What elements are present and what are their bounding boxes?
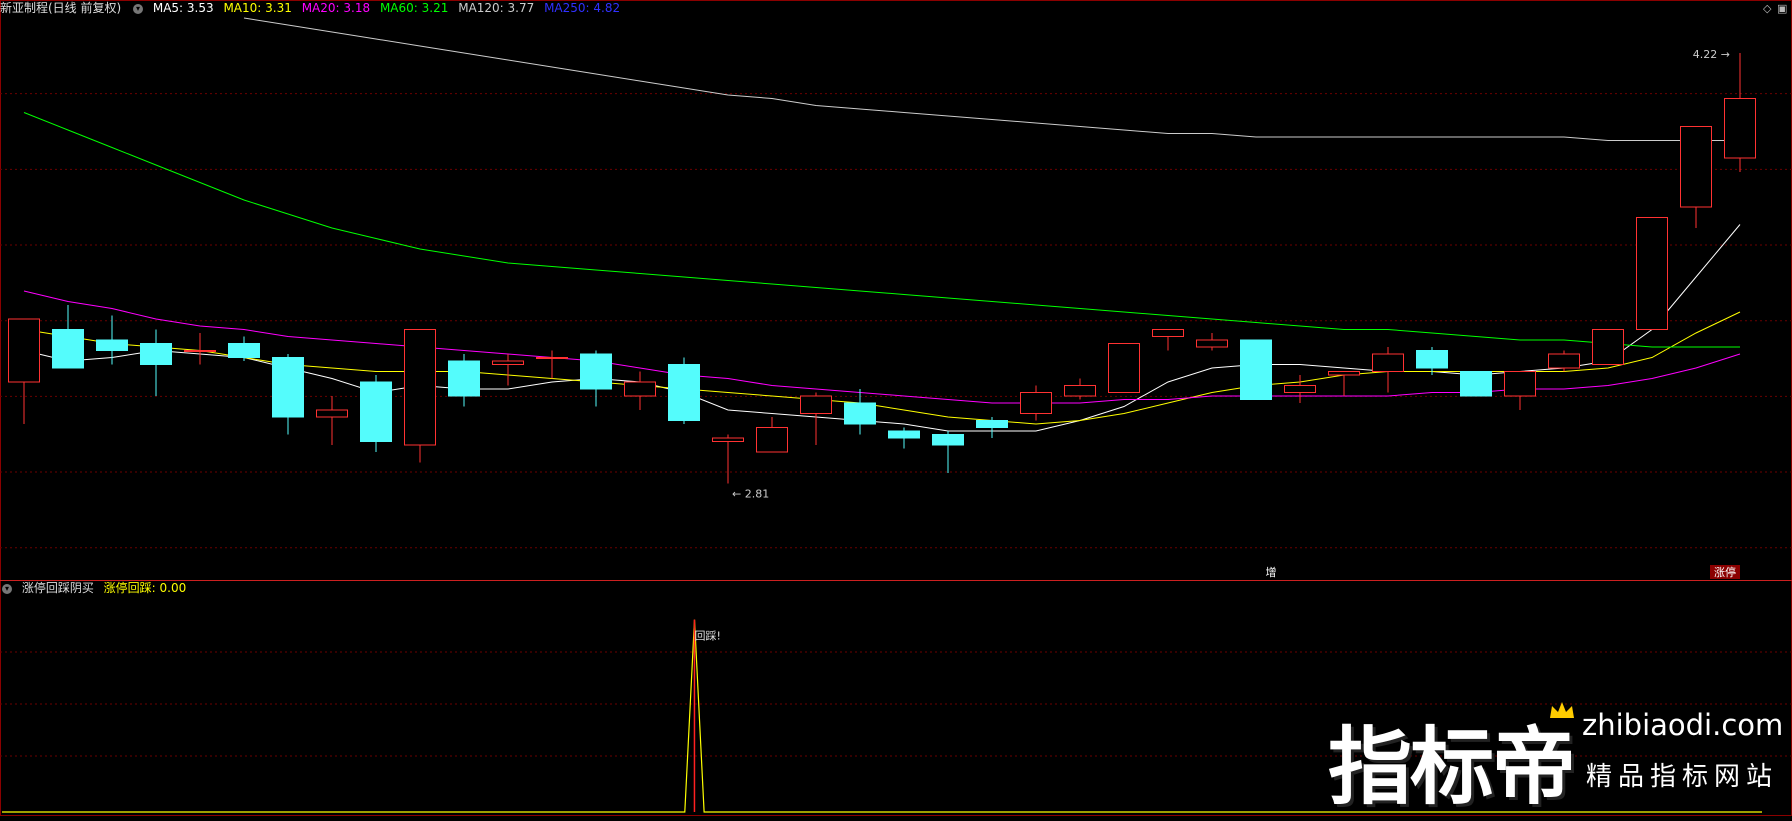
candle-body [1548,353,1580,369]
watermark-brand: 指标帝 [1328,718,1576,816]
candle-body [1196,339,1228,348]
candle-body [844,402,876,425]
candle-body [1064,385,1096,397]
ma60-label: MA60: 3.21 [379,1,449,15]
candle-body [228,343,260,358]
candle-body [448,360,480,397]
candle-body [316,409,348,418]
signal-label-2: 涨停 [1714,565,1736,579]
candle-body [712,437,744,442]
grid [0,0,1792,816]
candle-body [404,329,436,446]
ma250-label: MA250: 4.82 [544,1,621,15]
watermark-url: zhibiaodi.com [1582,708,1784,742]
candle-body [1592,329,1624,365]
candle-body [1460,371,1492,397]
high-price-label: 4.22 → [1693,48,1730,61]
signal-annotation: 回踩! [694,630,720,643]
low-price-label: ← 2.81 [732,488,769,501]
candle-body [536,357,568,359]
candle-body [1724,98,1756,159]
price-annotations: 4.22 → ← 2.81 增 涨停 [732,48,1740,579]
candle-body [580,353,612,390]
candle-body [1416,350,1448,369]
candle-body [756,427,788,453]
candle-body [360,381,392,442]
candle-body [1020,392,1052,414]
chevron-down-icon[interactable]: ▾ [133,3,144,14]
candle-body [624,381,656,397]
candle-body [1284,385,1316,393]
candle-body [668,364,700,421]
candle-body [272,357,304,418]
crown-icon [1550,702,1574,718]
candle-body [800,395,832,414]
candle-body [492,360,524,365]
main-header: 新亚制程(日线 前复权) ▾ MA5: 3.53 MA10: 3.31 MA20… [0,0,626,16]
ma-line-ma120 [243,17,1740,141]
candle-body [888,430,920,439]
candle-body [1504,371,1536,397]
candlesticks [8,53,1756,484]
candle-body [932,434,964,446]
ma20-label: MA20: 3.18 [301,1,371,15]
candle-body [1108,343,1140,393]
candle-body [140,343,172,365]
candle-body [8,318,40,383]
ma-line-ma60 [23,112,1740,348]
candle-body [52,329,84,369]
ma5-label: MA5: 3.53 [152,1,214,15]
chart-title: 新亚制程(日线 前复权) [0,1,122,15]
diamond-icon[interactable]: ◇ [1763,2,1771,15]
indicator-value: 涨停回踩: 0.00 [103,581,187,595]
ma120-label: MA120: 3.77 [458,1,535,15]
candle-body [976,420,1008,428]
candle-body [1240,339,1272,400]
candle-body [1680,126,1712,208]
candle-body [1152,329,1184,337]
candle-body [1372,353,1404,372]
candle-body [1636,217,1668,330]
restore-window-icon[interactable]: ▣ [1777,2,1787,15]
candle-body [1328,371,1360,376]
ma10-label: MA10: 3.31 [223,1,292,15]
candle-body [184,350,216,352]
watermark-tagline: 精品指标网站 [1586,762,1779,792]
candle-body [96,339,128,351]
indicator-title: 涨停回踩阴买 [21,581,94,595]
chevron-down-icon[interactable]: ▾ [2,583,12,594]
chart-frame [0,0,1792,816]
indicator-header: ▾ 涨停回踩阴买 涨停回踩: 0.00 [0,580,192,596]
stock-chart[interactable]: 4.22 → ← 2.81 增 涨停 回踩! [0,0,1792,816]
signal-label-1: 增 [1266,565,1277,579]
